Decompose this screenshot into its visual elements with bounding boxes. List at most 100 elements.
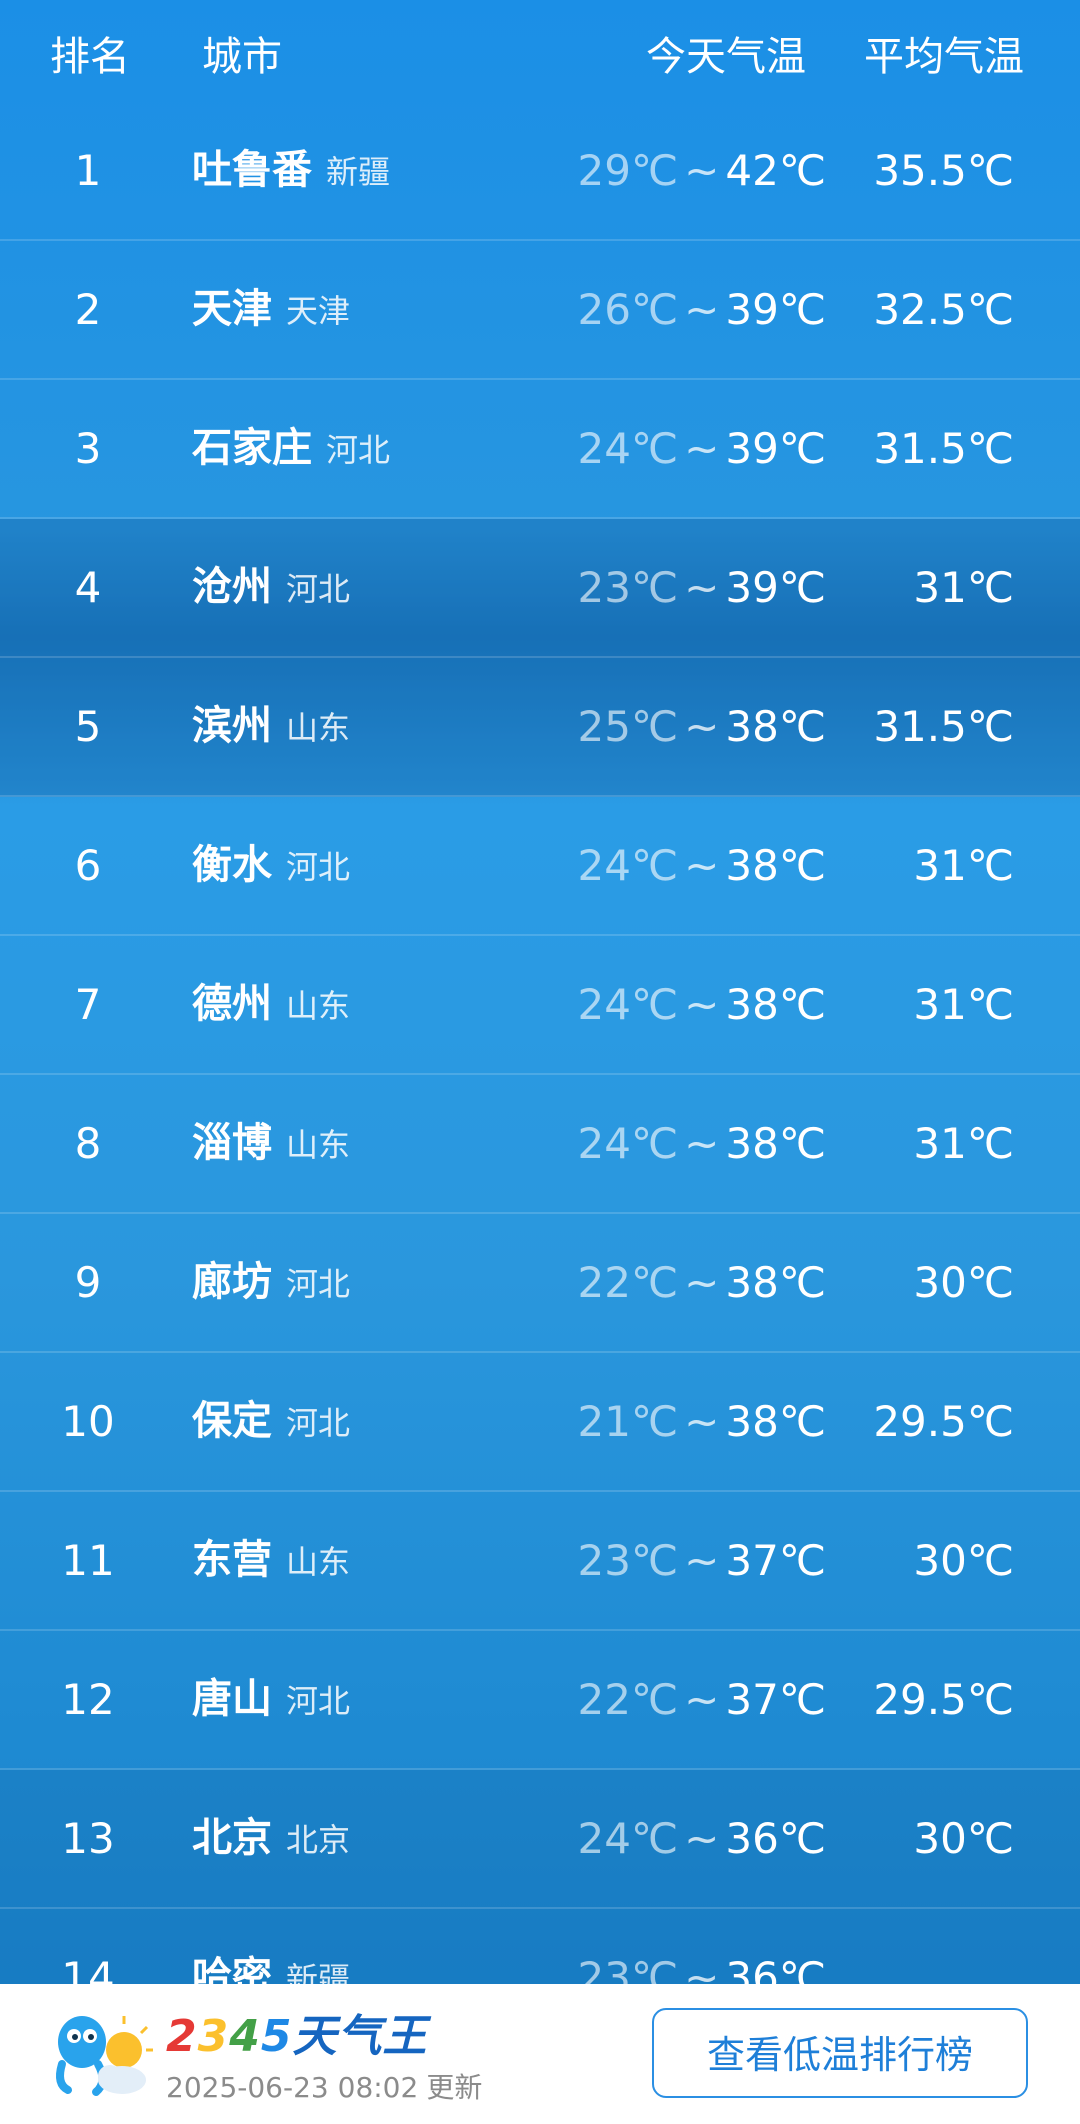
temp-separator: ~: [684, 146, 720, 195]
today-temp-range: 24℃ ~39℃: [578, 380, 826, 517]
city-name: 淄博 山东: [192, 1120, 351, 1166]
avg-temp: 30℃: [913, 1536, 1014, 1585]
avg-temp: 31℃: [913, 841, 1014, 890]
temp-separator: ~: [684, 1536, 720, 1585]
city-name: 唐山 河北: [192, 1676, 351, 1722]
rank-number: 12: [61, 1675, 115, 1724]
today-temp-range: 24℃ ~36℃: [578, 1770, 826, 1907]
rank-number: 9: [74, 1258, 102, 1307]
low-temp: 29℃: [577, 146, 679, 195]
today-temp-range: 24℃ ~38℃: [578, 936, 826, 1073]
footer-bar: 2345天气王 2025-06-23 08:02 更新 查看低温排行榜: [0, 1984, 1080, 2124]
low-temp: 24℃: [577, 980, 679, 1029]
province-name: 河北: [286, 1682, 351, 1720]
temp-separator: ~: [684, 285, 720, 334]
temp-separator: ~: [684, 1675, 720, 1724]
province-name: 河北: [326, 431, 391, 469]
avg-temp: 31.5℃: [873, 702, 1014, 751]
province-name: 河北: [286, 570, 351, 608]
city-name: 东营 山东: [192, 1537, 351, 1583]
city-name: 北京 北京: [192, 1815, 351, 1861]
high-temp: 36℃: [725, 1814, 826, 1863]
city-name: 石家庄 河北: [192, 425, 391, 471]
province-name: 新疆: [326, 153, 391, 191]
rank-number: 2: [74, 285, 102, 334]
province-name: 北京: [286, 1821, 351, 1859]
rank-number: 4: [74, 563, 102, 612]
today-temp-range: 23℃ ~39℃: [578, 519, 826, 656]
low-temp: 26℃: [577, 285, 679, 334]
city-name: 吐鲁番 新疆: [192, 147, 391, 193]
province-name: 河北: [286, 848, 351, 886]
list-item[interactable]: 10 保定 河北 21℃ ~38℃ 29.5℃: [0, 1353, 1080, 1492]
city-name: 廊坊 河北: [192, 1259, 351, 1305]
avg-temp: 29.5℃: [873, 1675, 1014, 1724]
list-item[interactable]: 2 天津 天津 26℃ ~39℃ 32.5℃: [0, 241, 1080, 380]
rank-number: 8: [74, 1119, 102, 1168]
today-temp-range: 22℃ ~37℃: [578, 1631, 826, 1768]
temp-separator: ~: [684, 1814, 720, 1863]
list-item[interactable]: 11 东营 山东 23℃ ~37℃ 30℃: [0, 1492, 1080, 1631]
list-item[interactable]: 6 衡水 河北 24℃ ~38℃ 31℃: [0, 797, 1080, 936]
temp-separator: ~: [684, 563, 720, 612]
high-temp: 38℃: [725, 1397, 826, 1446]
province-name: 河北: [286, 1404, 351, 1442]
high-temp: 37℃: [725, 1536, 826, 1585]
list-item[interactable]: 9 廊坊 河北 22℃ ~38℃ 30℃: [0, 1214, 1080, 1353]
low-temp: 23℃: [577, 563, 679, 612]
high-temp: 42℃: [725, 146, 826, 195]
rank-number: 1: [74, 146, 102, 195]
rank-number: 11: [61, 1536, 115, 1585]
high-temp: 39℃: [725, 424, 826, 473]
list-item[interactable]: 3 石家庄 河北 24℃ ~39℃ 31.5℃: [0, 380, 1080, 519]
list-item[interactable]: 12 唐山 河北 22℃ ~37℃ 29.5℃: [0, 1631, 1080, 1770]
low-temp: 24℃: [577, 1119, 679, 1168]
today-temp-range: 29℃ ~42℃: [578, 102, 826, 239]
city-column-header: 城市: [202, 34, 282, 80]
list-item[interactable]: 4 沧州 河北 23℃ ~39℃ 31℃: [0, 519, 1080, 658]
high-temp: 38℃: [725, 1119, 826, 1168]
avg-temp: 31.5℃: [873, 424, 1014, 473]
temp-separator: ~: [684, 841, 720, 890]
low-temp: 22℃: [577, 1675, 679, 1724]
low-temp: 23℃: [577, 1536, 679, 1585]
city-name: 德州 山东: [192, 981, 351, 1027]
high-temp: 38℃: [725, 841, 826, 890]
avg-temp: 31℃: [913, 1119, 1014, 1168]
temp-separator: ~: [684, 1119, 720, 1168]
province-name: 山东: [286, 1126, 351, 1164]
low-temp: 24℃: [577, 1814, 679, 1863]
city-name: 天津 天津: [192, 286, 351, 332]
today-temp-range: 26℃ ~39℃: [578, 241, 826, 378]
view-low-temp-ranking-button[interactable]: 查看低温排行榜: [652, 2008, 1028, 2098]
list-item[interactable]: 1 吐鲁番 新疆 29℃ ~42℃ 35.5℃: [0, 102, 1080, 241]
rank-number: 7: [74, 980, 102, 1029]
temp-separator: ~: [684, 702, 720, 751]
today-temp-range: 24℃ ~38℃: [578, 797, 826, 934]
temp-separator: ~: [684, 1397, 720, 1446]
avg-temp: 32.5℃: [873, 285, 1014, 334]
high-temp: 38℃: [725, 1258, 826, 1307]
city-name: 衡水 河北: [192, 842, 351, 888]
today-temp-range: 22℃ ~38℃: [578, 1214, 826, 1351]
avg-temp: 29.5℃: [873, 1397, 1014, 1446]
low-temp: 21℃: [577, 1397, 679, 1446]
high-temp: 37℃: [725, 1675, 826, 1724]
low-temp: 25℃: [577, 702, 679, 751]
update-timestamp: 2025-06-23 08:02 更新: [166, 2071, 483, 2104]
low-temp: 24℃: [577, 424, 679, 473]
city-name: 保定 河北: [192, 1398, 351, 1444]
today-temp-range: 23℃ ~37℃: [578, 1492, 826, 1629]
avg-temp: 31℃: [913, 563, 1014, 612]
avg-temp: 35.5℃: [873, 146, 1014, 195]
list-item[interactable]: 8 淄博 山东 24℃ ~38℃ 31℃: [0, 1075, 1080, 1214]
avg-temp: 30℃: [913, 1258, 1014, 1307]
temp-separator: ~: [684, 1258, 720, 1307]
list-item[interactable]: 13 北京 北京 24℃ ~36℃ 30℃: [0, 1770, 1080, 1909]
province-name: 天津: [286, 292, 351, 330]
list-item[interactable]: 5 滨州 山东 25℃ ~38℃ 31.5℃: [0, 658, 1080, 797]
list-item[interactable]: 7 德州 山东 24℃ ~38℃ 31℃: [0, 936, 1080, 1075]
province-name: 山东: [286, 1543, 351, 1581]
rank-column-header: 排名: [50, 34, 130, 80]
rank-number: 3: [74, 424, 102, 473]
